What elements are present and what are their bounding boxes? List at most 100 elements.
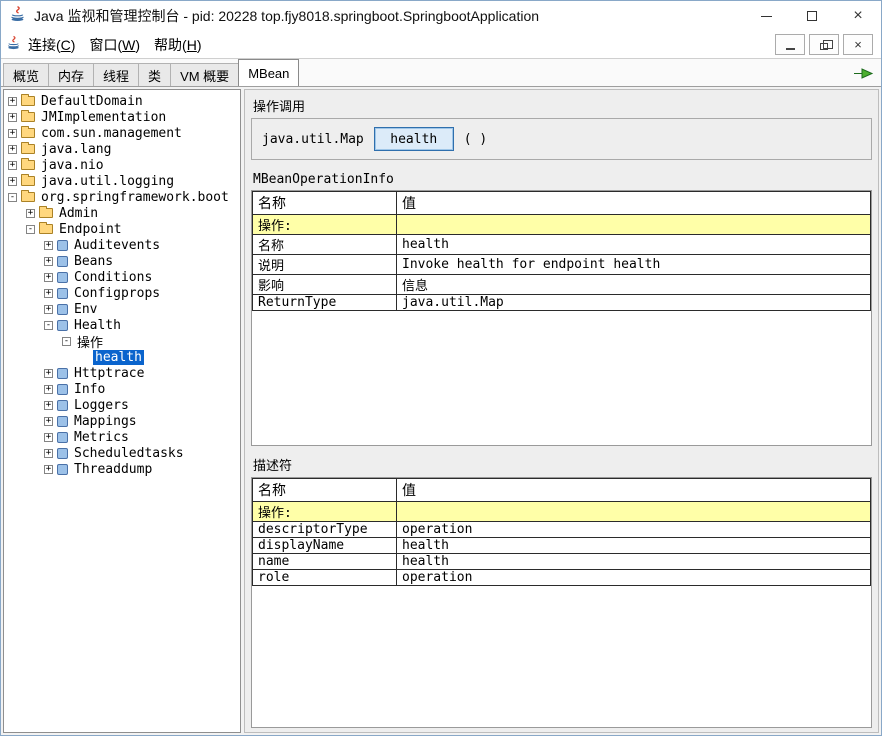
maximize-button[interactable] <box>789 1 835 31</box>
descriptor-panel: 名称值操作:descriptorTypeoperationdisplayName… <box>251 477 872 728</box>
operation-invoke-box: java.util.Map health ( ) <box>251 118 872 160</box>
table-row[interactable]: 影响信息 <box>253 275 871 295</box>
window-title: Java 监视和管理控制台 - pid: 20228 top.fjy8018.s… <box>34 6 743 26</box>
folder-icon <box>21 112 35 122</box>
mdi-restore-button[interactable] <box>809 34 839 55</box>
tab-overview[interactable]: 概览 <box>3 63 49 86</box>
tab-mbean[interactable]: MBean <box>238 59 299 86</box>
expand-icon[interactable]: + <box>44 305 53 314</box>
tree-item-java-nio[interactable]: +java.nio <box>4 157 240 173</box>
tree-item-operations[interactable]: -操作 <box>4 333 240 349</box>
expand-icon[interactable]: + <box>44 273 53 282</box>
table-row[interactable]: namehealth <box>253 554 871 570</box>
table-row[interactable]: 名称health <box>253 235 871 255</box>
menu-window[interactable]: 窗口(W) <box>82 32 147 58</box>
tab-memory[interactable]: 内存 <box>48 63 94 86</box>
expand-icon[interactable]: + <box>44 417 53 426</box>
tree-item-auditevents[interactable]: + Auditevents <box>4 237 240 253</box>
invoke-health-button[interactable]: health <box>374 127 454 151</box>
tree-item-scheduledtasks[interactable]: +Scheduledtasks <box>4 445 240 461</box>
mdi-minimize-button[interactable] <box>775 34 805 55</box>
tab-vm-summary[interactable]: VM 概要 <box>170 63 239 86</box>
tree-item-java-lang[interactable]: +java.lang <box>4 141 240 157</box>
operation-return-type: java.util.Map <box>262 132 364 147</box>
tree-item-loggers[interactable]: +Loggers <box>4 397 240 413</box>
folder-icon <box>21 192 35 202</box>
tree-item-configprops[interactable]: +Configprops <box>4 285 240 301</box>
tree-item-label: Auditevents <box>72 238 162 253</box>
expand-icon[interactable]: + <box>8 113 17 122</box>
operation-args: ( ) <box>464 132 487 147</box>
column-header: 名称 <box>253 192 397 215</box>
expand-icon[interactable]: + <box>8 145 17 154</box>
expand-icon[interactable]: + <box>8 129 17 138</box>
collapse-icon[interactable]: - <box>44 321 53 330</box>
mdi-close-button[interactable]: × <box>843 34 873 55</box>
tree-item-endpoint[interactable]: -Endpoint <box>4 221 240 237</box>
expand-icon[interactable]: + <box>8 161 17 170</box>
expand-icon[interactable]: + <box>8 177 17 186</box>
table-row[interactable]: roleoperation <box>253 570 871 586</box>
table-header-row: 名称值 <box>253 479 871 502</box>
tree-item-health[interactable]: -Health <box>4 317 240 333</box>
maximize-icon <box>807 11 817 21</box>
column-header: 名称 <box>253 479 397 502</box>
tab-threads[interactable]: 线程 <box>93 63 139 86</box>
table-row[interactable]: ReturnTypejava.util.Map <box>253 295 871 311</box>
tree-item-health-operation[interactable]: health <box>4 349 240 365</box>
tree-item-mappings[interactable]: +Mappings <box>4 413 240 429</box>
tree-item-defaultdomain[interactable]: +DefaultDomain <box>4 93 240 109</box>
tabs: 概览内存线程类VM 概要MBean <box>3 59 298 86</box>
table-row[interactable]: 操作: <box>253 215 871 235</box>
tab-classes[interactable]: 类 <box>138 63 171 86</box>
tree-item-conditions[interactable]: +Conditions <box>4 269 240 285</box>
collapse-icon[interactable]: - <box>26 225 35 234</box>
tree-item-jmimplementation[interactable]: +JMImplementation <box>4 109 240 125</box>
expand-icon[interactable]: + <box>44 257 53 266</box>
collapse-icon[interactable]: - <box>8 193 17 202</box>
expand-icon[interactable]: + <box>8 97 17 106</box>
tree-item-admin[interactable]: +Admin <box>4 205 240 221</box>
java-menu-icon <box>6 35 21 55</box>
tree-item-org-springframework-boot[interactable]: -org.springframework.boot <box>4 189 240 205</box>
table-row[interactable]: displayNamehealth <box>253 538 871 554</box>
tree-item-beans[interactable]: +Beans <box>4 253 240 269</box>
menu-connection[interactable]: 连接(C) <box>21 32 82 58</box>
tree-item-info[interactable]: +Info <box>4 381 240 397</box>
expand-icon[interactable]: + <box>44 385 53 394</box>
tree-item-java-util-logging[interactable]: +java.util.logging <box>4 173 240 189</box>
tree-item-label: Metrics <box>72 430 131 445</box>
expand-icon[interactable]: + <box>44 289 53 298</box>
tree-item-label: 操作 <box>75 332 105 351</box>
minimize-button[interactable] <box>743 1 789 31</box>
cell-name: 操作: <box>253 215 397 235</box>
tree-item-metrics[interactable]: + Metrics <box>4 429 240 445</box>
cell-value <box>397 502 871 522</box>
minimize-icon <box>761 16 772 17</box>
cell-name: 名称 <box>253 235 397 255</box>
expand-icon[interactable]: + <box>44 369 53 378</box>
table-header-row: 名称值 <box>253 192 871 215</box>
mbean-icon <box>57 464 68 475</box>
tree-item-env[interactable]: +Env <box>4 301 240 317</box>
expand-icon[interactable]: + <box>44 401 53 410</box>
mbean-icon <box>57 256 68 267</box>
expand-icon[interactable]: + <box>44 241 53 250</box>
expand-icon[interactable]: + <box>44 433 53 442</box>
expand-icon[interactable]: + <box>44 449 53 458</box>
expand-icon[interactable]: + <box>44 465 53 474</box>
menu-help[interactable]: 帮助(H) <box>147 32 208 58</box>
tree-item-com-sun-management[interactable]: +com.sun.management <box>4 125 240 141</box>
expand-icon[interactable]: + <box>26 209 35 218</box>
table-row[interactable]: 操作: <box>253 502 871 522</box>
cell-name: 操作: <box>253 502 397 522</box>
tree-item-httptrace[interactable]: + Httptrace <box>4 365 240 381</box>
table-row[interactable]: 说明Invoke health for endpoint health <box>253 255 871 275</box>
close-button[interactable]: × <box>835 1 881 31</box>
collapse-icon[interactable]: - <box>62 337 71 346</box>
tree-item-label: Httptrace <box>72 366 146 381</box>
mbean-icon <box>57 320 68 331</box>
mbean-icon <box>57 448 68 459</box>
tree-item-threaddump[interactable]: +Threaddump <box>4 461 240 477</box>
table-row[interactable]: descriptorTypeoperation <box>253 522 871 538</box>
